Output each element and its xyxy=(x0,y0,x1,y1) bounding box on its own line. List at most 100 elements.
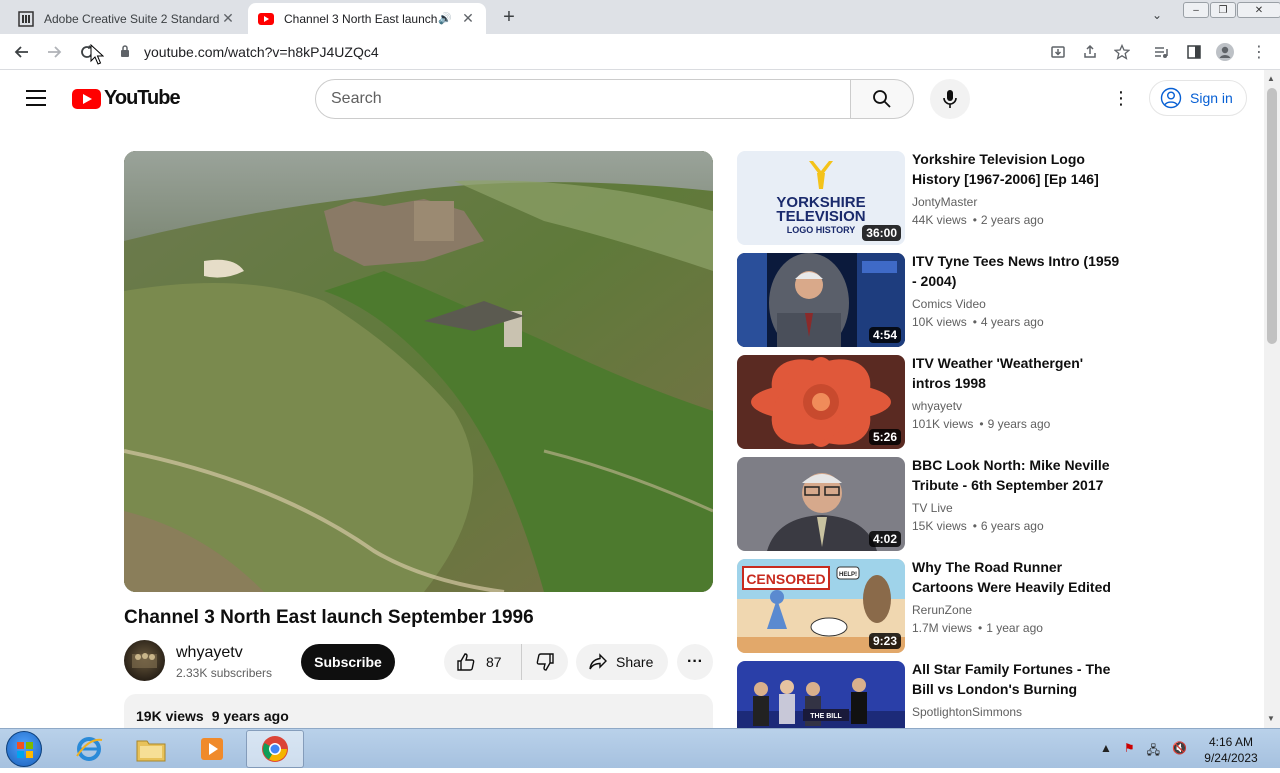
settings-more-icon[interactable]: ⋮ xyxy=(1112,88,1130,110)
recommendation-title[interactable]: All Star Family Fortunes - The Bill vs L… xyxy=(912,661,1122,699)
recommendation-meta: 15K views6 years ago xyxy=(912,519,1044,533)
recommendation-channel[interactable]: JontyMaster xyxy=(912,195,977,209)
close-window-button[interactable]: ✕ xyxy=(1237,2,1280,18)
windows-logo-icon xyxy=(17,742,33,758)
recommendation-item[interactable]: 4:02 BBC Look North: Mike Neville Tribut… xyxy=(737,457,1127,551)
search-button[interactable] xyxy=(850,79,914,119)
minimize-button[interactable]: – xyxy=(1183,2,1209,18)
start-button[interactable] xyxy=(6,731,42,767)
clock-date: 9/24/2023 xyxy=(1204,751,1258,765)
recommendation-title[interactable]: ITV Weather 'Weathergen' intros 1998 xyxy=(912,353,1122,393)
back-button[interactable] xyxy=(11,41,33,63)
media-player-taskbar-icon[interactable] xyxy=(183,730,241,768)
forward-button[interactable] xyxy=(43,41,65,63)
tab-youtube[interactable]: Channel 3 North East launch 🔊 ✕ xyxy=(248,3,486,34)
recommendation-item[interactable]: 5:26 ITV Weather 'Weathergen' intros 199… xyxy=(737,355,1127,449)
channel-name-link[interactable]: whyayetv xyxy=(176,644,243,662)
scroll-up-arrow-icon[interactable]: ▲ xyxy=(1267,74,1275,83)
windows-taskbar: ▲ ⚑ 🖧 🔇 4:16 AM 9/24/2023 xyxy=(0,728,1280,768)
mouse-cursor-icon xyxy=(90,44,104,65)
recommendation-item[interactable]: YORKSHIRE TELEVISION LOGO HISTORY 36:00 … xyxy=(737,151,1127,245)
install-app-icon[interactable] xyxy=(1047,41,1069,63)
share-page-icon[interactable] xyxy=(1079,41,1101,63)
share-button[interactable]: Share xyxy=(576,644,668,680)
rec-age: 6 years ago xyxy=(967,519,1044,533)
page-scrollbar[interactable]: ▲ ▼ xyxy=(1264,70,1280,728)
recommendation-title[interactable]: Yorkshire Television Logo History [1967-… xyxy=(912,149,1122,189)
like-button[interactable]: 87 xyxy=(444,644,522,680)
rec-views: 15K views xyxy=(912,519,967,533)
chrome-taskbar-icon[interactable] xyxy=(246,730,304,768)
rec-age: 1 year ago xyxy=(972,621,1043,635)
account-icon xyxy=(1160,87,1182,109)
voice-search-button[interactable] xyxy=(930,79,970,119)
url-text[interactable]: youtube.com/watch?v=h8kPJ4UZQc4 xyxy=(144,44,379,60)
recommendation-title[interactable]: Why The Road Runner Cartoons Were Heavil… xyxy=(912,557,1122,597)
search-input[interactable]: Search xyxy=(315,79,851,119)
bookmark-star-icon[interactable] xyxy=(1111,41,1133,63)
profile-icon[interactable] xyxy=(1214,41,1236,63)
dislike-button[interactable] xyxy=(522,652,568,672)
lock-icon[interactable] xyxy=(120,44,134,60)
browser-tab-strip: Adobe Creative Suite 2 Standard ✕ Channe… xyxy=(0,0,1280,34)
clock-time: 4:16 AM xyxy=(1208,735,1254,749)
speaker-icon[interactable]: 🔊 xyxy=(438,12,452,25)
video-player[interactable] xyxy=(124,151,713,592)
recommendation-channel[interactable]: SpotlightonSimmons xyxy=(912,705,1022,719)
scrollbar-thumb[interactable] xyxy=(1267,88,1277,344)
rec-age: 2 years ago xyxy=(967,213,1044,227)
system-tray: ▲ ⚑ 🖧 🔇 xyxy=(1100,741,1187,762)
system-clock[interactable]: 4:16 AM 9/24/2023 xyxy=(1196,734,1266,766)
recommendation-thumbnail[interactable]: 5:26 xyxy=(737,355,905,449)
recommendation-item[interactable]: THE BILL All Star Family Fortunes - The … xyxy=(737,661,1127,728)
address-bar[interactable]: youtube.com/watch?v=h8kPJ4UZQc4 xyxy=(112,38,1142,66)
thumb-text: HELP! xyxy=(839,572,857,578)
internet-explorer-taskbar-icon[interactable] xyxy=(60,730,118,768)
restore-button[interactable]: ❐ xyxy=(1210,2,1236,18)
recommendation-item[interactable]: CENSORED HELP! 9:23 Why The Road Runner … xyxy=(737,559,1127,653)
file-explorer-taskbar-icon[interactable] xyxy=(122,730,180,768)
video-frame-image xyxy=(124,151,713,592)
volume-muted-icon[interactable]: 🔇 xyxy=(1172,741,1187,762)
show-hidden-icons-icon[interactable]: ▲ xyxy=(1100,741,1112,762)
chrome-menu-icon[interactable]: ⋮ xyxy=(1248,41,1270,63)
sign-in-button[interactable]: Sign in xyxy=(1149,80,1247,116)
tab-search-chevron-icon[interactable]: ⌄ xyxy=(1152,8,1162,22)
video-duration: 4:54 xyxy=(868,327,901,343)
network-icon[interactable]: 🖧 xyxy=(1147,741,1160,762)
recommendation-meta: 101K views9 years ago xyxy=(912,417,1050,431)
close-tab-icon[interactable]: ✕ xyxy=(460,10,476,27)
recommendation-thumbnail[interactable]: 4:54 xyxy=(737,253,905,347)
recommendation-channel[interactable]: whyayetv xyxy=(912,399,962,413)
youtube-favicon-icon xyxy=(258,11,274,27)
youtube-logo[interactable]: YouTube xyxy=(72,87,181,110)
youtube-play-icon xyxy=(72,88,101,109)
channel-avatar[interactable] xyxy=(124,640,165,681)
more-actions-button[interactable]: ··· xyxy=(677,644,713,680)
recommendation-thumbnail[interactable]: CENSORED HELP! 9:23 xyxy=(737,559,905,653)
recommendation-channel[interactable]: TV Live xyxy=(912,501,953,515)
scroll-down-arrow-icon[interactable]: ▼ xyxy=(1267,714,1275,723)
recommendation-meta: 1.7M views1 year ago xyxy=(912,621,1043,635)
recommendation-title[interactable]: BBC Look North: Mike Neville Tribute - 6… xyxy=(912,455,1122,495)
recommendation-thumbnail[interactable]: YORKSHIRE TELEVISION LOGO HISTORY 36:00 xyxy=(737,151,905,245)
video-duration: 36:00 xyxy=(862,225,901,241)
side-panel-icon[interactable] xyxy=(1183,41,1205,63)
youtube-masthead: YouTube Search ⋮ Sign in xyxy=(0,70,1264,128)
recommendation-thumbnail[interactable]: THE BILL xyxy=(737,661,905,728)
hamburger-menu-icon[interactable] xyxy=(26,90,46,106)
recommendation-title[interactable]: ITV Tyne Tees News Intro (1959 - 2004) xyxy=(912,251,1122,291)
recommendation-channel[interactable]: RerunZone xyxy=(912,603,972,617)
thumb-text: THE BILL xyxy=(810,713,842,720)
new-tab-button[interactable]: + xyxy=(498,6,520,29)
media-control-icon[interactable] xyxy=(1150,41,1172,63)
close-tab-icon[interactable]: ✕ xyxy=(220,10,236,27)
recommendation-thumbnail[interactable]: 4:02 xyxy=(737,457,905,551)
search-icon xyxy=(873,90,891,108)
recommendation-meta: 10K views4 years ago xyxy=(912,315,1044,329)
recommendation-item[interactable]: 4:54 ITV Tyne Tees News Intro (1959 - 20… xyxy=(737,253,1127,347)
subscribe-button[interactable]: Subscribe xyxy=(301,644,395,680)
tab-adobe[interactable]: Adobe Creative Suite 2 Standard ✕ xyxy=(8,3,246,34)
action-center-flag-icon[interactable]: ⚑ xyxy=(1124,741,1135,762)
recommendation-channel[interactable]: Comics Video xyxy=(912,297,986,311)
